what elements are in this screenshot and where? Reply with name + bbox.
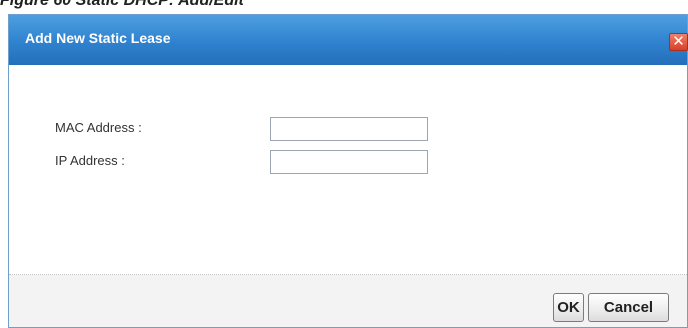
ip-address-label: IP Address : <box>55 153 125 168</box>
add-static-lease-dialog: Add New Static Lease ✕ MAC Address : IP … <box>8 14 688 328</box>
dialog-titlebar: Add New Static Lease ✕ <box>9 15 688 65</box>
mac-address-input[interactable] <box>270 117 428 141</box>
close-icon[interactable]: ✕ <box>669 33 688 51</box>
ip-address-input[interactable] <box>270 150 428 174</box>
figure-caption: Figure 60 Static DHCP: Add/Edit <box>0 0 244 9</box>
ok-button[interactable]: OK <box>553 293 584 322</box>
dialog-footer: OK Cancel <box>9 275 687 327</box>
dialog-body: MAC Address : IP Address : <box>9 65 687 274</box>
dialog-title: Add New Static Lease <box>25 30 171 46</box>
cancel-button[interactable]: Cancel <box>588 293 669 322</box>
mac-address-label: MAC Address : <box>55 120 142 135</box>
